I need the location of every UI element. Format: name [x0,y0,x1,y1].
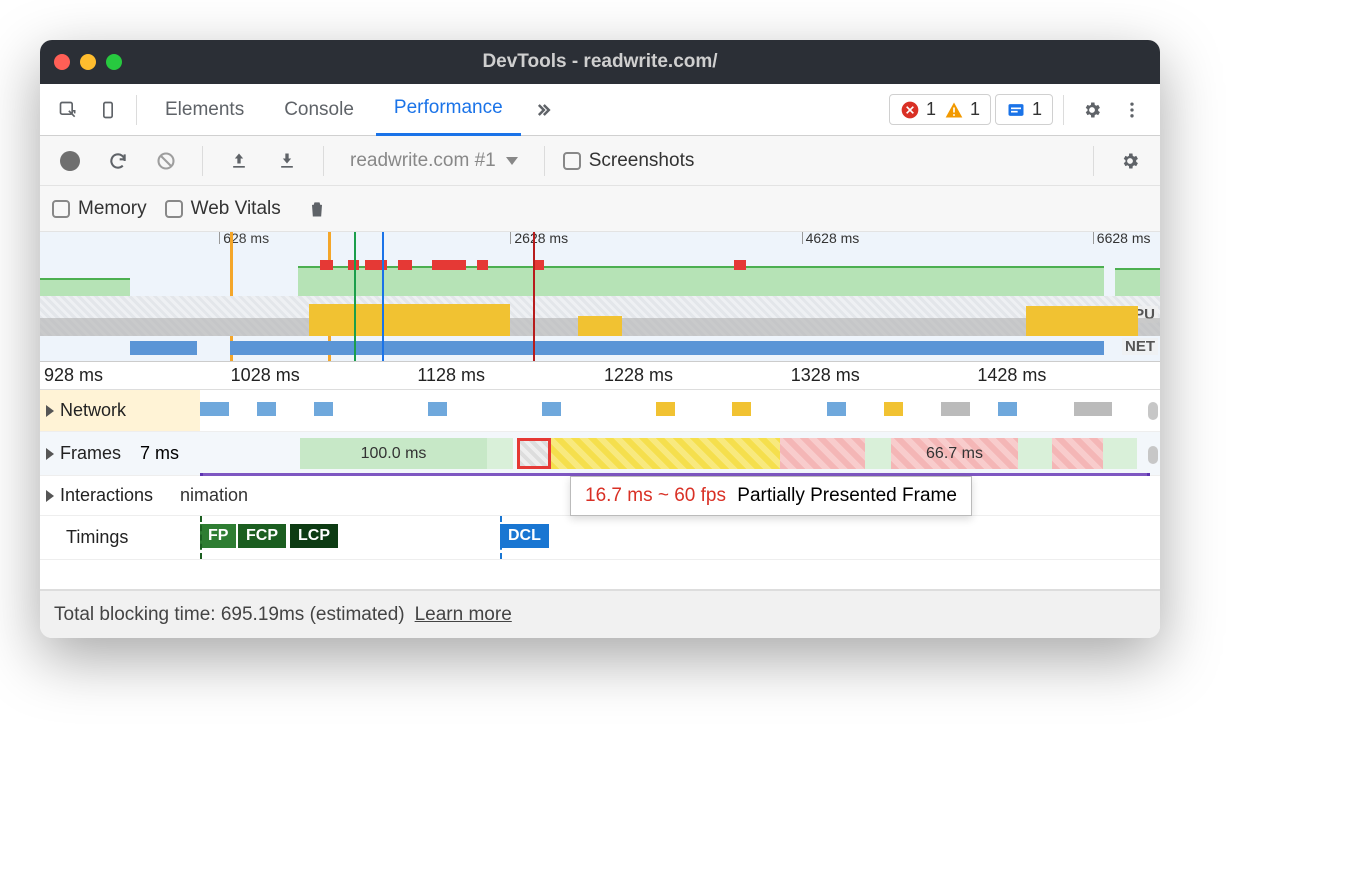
row-label: Interactions [60,485,180,506]
perf-toolbar-2: Memory Web Vitals [40,186,1160,232]
ruler-tick: 928 ms [40,362,227,389]
chevron-down-icon [506,157,518,165]
tab-console[interactable]: Console [266,84,372,136]
screenshots-label: Screenshots [589,150,695,172]
row-label: Timings [66,527,186,548]
learn-more-link[interactable]: Learn more [415,604,512,626]
memory-checkbox[interactable]: Memory [52,198,147,220]
marker-line [382,232,384,361]
frames-track[interactable]: 100.0 ms 66.7 ms [300,432,1150,475]
frame-tooltip: 16.7 ms ~ 60 fps Partially Presented Fra… [570,476,972,516]
inspect-element-icon[interactable] [50,92,86,128]
separator [136,95,137,125]
separator [1063,95,1064,125]
tab-performance[interactable]: Performance [376,84,521,136]
devtools-window: DevTools - readwrite.com/ Elements Conso… [40,40,1160,638]
frames-row[interactable]: Frames 7 ms 100.0 ms 66.7 ms 16.7 ms ~ 6… [40,432,1160,476]
overview-pane[interactable]: 628 ms 2628 ms 4628 ms 6628 ms FPS CPU [40,232,1160,362]
scroll-indicator[interactable] [1148,402,1158,420]
flame-ruler: 928 ms 1028 ms 1128 ms 1228 ms 1328 ms 1… [40,362,1160,390]
marker-line [354,232,356,361]
frame-duration: 7 ms [140,443,179,464]
disclosure-icon[interactable] [46,405,54,417]
warning-count: 1 [970,99,980,120]
checkbox-icon [165,200,183,218]
timing-lcp[interactable]: LCP [290,524,338,548]
separator [544,146,545,176]
target-select-value: readwrite.com #1 [350,150,496,172]
download-profile-icon[interactable] [269,143,305,179]
webvitals-checkbox[interactable]: Web Vitals [165,198,281,220]
record-button[interactable] [52,143,88,179]
error-count: 1 [926,99,936,120]
tooltip-desc: Partially Presented Frame [737,485,957,506]
more-tabs-icon[interactable] [525,92,561,128]
timing-fcp[interactable]: FCP [238,524,286,548]
net-label: NET [1122,338,1158,355]
device-toolbar-icon[interactable] [90,92,126,128]
tab-elements[interactable]: Elements [147,84,262,136]
frame-duration: 66.7 ms [926,445,983,463]
checkbox-icon [52,200,70,218]
overview-tick: 6628 ms [1097,230,1151,246]
ruler-tick: 1428 ms [973,362,1160,389]
interaction-segment-label: nimation [180,485,248,506]
separator [202,146,203,176]
separator [1093,146,1094,176]
row-label: Frames [60,443,140,464]
network-row[interactable]: Network [40,390,1160,432]
overview-ticks: 628 ms 2628 ms 4628 ms 6628 ms [40,232,1160,250]
checkbox-icon [563,152,581,170]
ruler-tick: 1128 ms [413,362,600,389]
panel-tabs: Elements Console Performance 1 1 1 [40,84,1160,136]
ruler-tick: 1328 ms [787,362,974,389]
screenshots-checkbox[interactable]: Screenshots [563,150,695,172]
timing-marker [200,516,202,559]
overview-tick: 2628 ms [514,230,568,246]
tooltip-fps: 16.7 ms ~ 60 fps [585,485,726,506]
overview-cpu: CPU [40,296,1160,336]
error-warning-counter[interactable]: 1 1 [889,94,991,125]
issues-counter[interactable]: 1 [995,94,1053,125]
ruler-tick: 1228 ms [600,362,787,389]
upload-profile-icon[interactable] [221,143,257,179]
summary-footer: Total blocking time: 695.19ms (estimated… [40,590,1160,638]
overview-tick: 4628 ms [806,230,860,246]
target-select[interactable]: readwrite.com #1 [342,150,526,172]
blocking-time-text: Total blocking time: 695.19ms (estimated… [54,604,405,626]
settings-icon[interactable] [1074,92,1110,128]
window-title: DevTools - readwrite.com/ [40,51,1160,73]
reload-button[interactable] [100,143,136,179]
garbage-collect-icon[interactable] [299,191,335,227]
scroll-indicator[interactable] [1148,446,1158,464]
row-label: Network [60,400,180,421]
overview-net: NET [40,338,1160,358]
ruler-tick: 1028 ms [227,362,414,389]
issues-count: 1 [1032,99,1042,120]
network-track[interactable] [200,390,1150,431]
overview-fps: FPS [40,260,1160,296]
frame-duration: 100.0 ms [361,445,427,463]
timings-row[interactable]: Timings FP FCP LCP DCL [40,516,1160,560]
timing-fp[interactable]: FP [200,524,236,548]
clear-button[interactable] [148,143,184,179]
marker-line [533,232,535,361]
separator [323,146,324,176]
selected-frame[interactable] [517,438,551,469]
webvitals-label: Web Vitals [191,198,281,220]
disclosure-icon[interactable] [46,490,54,502]
perf-toolbar: readwrite.com #1 Screenshots [40,136,1160,186]
timing-marker [500,516,502,559]
capture-settings-icon[interactable] [1112,143,1148,179]
titlebar: DevTools - readwrite.com/ [40,40,1160,84]
spacer-row [40,560,1160,590]
disclosure-icon[interactable] [46,448,54,460]
timing-dcl[interactable]: DCL [500,524,549,548]
timings-track[interactable]: FP FCP LCP DCL [200,516,1150,559]
kebab-menu-icon[interactable] [1114,92,1150,128]
memory-label: Memory [78,198,147,220]
